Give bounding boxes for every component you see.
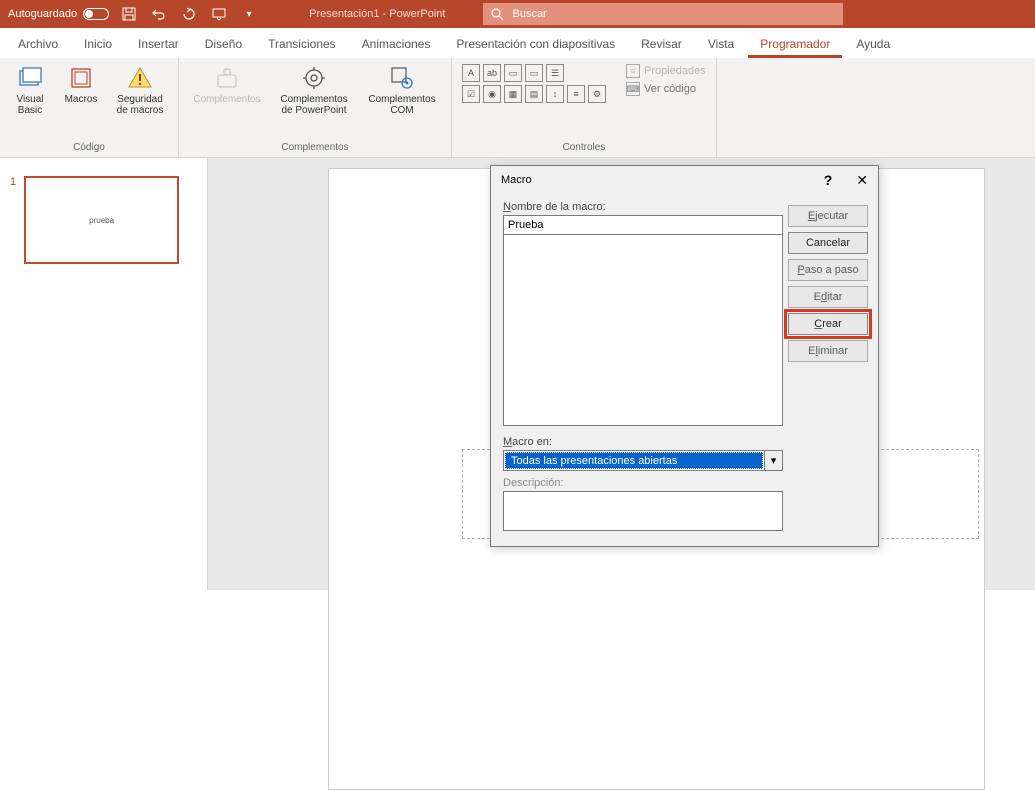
control-toggle[interactable]: ▦ <box>504 85 522 103</box>
document-name: Presentación1 - PowerPoint <box>309 8 445 20</box>
control-label[interactable]: ab <box>483 64 501 82</box>
create-button[interactable]: Crear <box>788 313 868 335</box>
titlebar: Autoguardado ▾ Presentación1 - PowerPoin… <box>0 0 1035 28</box>
tab-ayuda[interactable]: Ayuda <box>844 31 902 58</box>
tab-archivo[interactable]: Archivo <box>6 31 70 58</box>
toggle-switch[interactable] <box>83 8 109 20</box>
thumbnail-row[interactable]: 1 prueba <box>10 176 197 264</box>
autosave-toggle[interactable]: Autoguardado <box>8 8 109 20</box>
view-code-button[interactable]: ⌨ Ver código <box>626 82 706 96</box>
description-box <box>503 491 783 531</box>
control-button[interactable]: ▭ <box>504 64 522 82</box>
com-addins-button[interactable]: Complementos COM <box>363 64 441 116</box>
dialog-title: Macro <box>501 174 532 186</box>
control-spin[interactable]: ≡ <box>567 85 585 103</box>
search-placeholder: Buscar <box>512 8 546 20</box>
macros-icon <box>67 64 95 92</box>
control-option[interactable]: ◉ <box>483 85 501 103</box>
edit-button: Editar <box>788 286 868 308</box>
control-frame[interactable]: ▤ <box>525 85 543 103</box>
ribbon-group-addins: Complementos Complementos de PowerPoint … <box>179 58 452 157</box>
addins-button: Complementos <box>189 64 265 105</box>
redo-icon[interactable] <box>181 6 197 22</box>
autosave-label: Autoguardado <box>8 8 77 20</box>
control-list[interactable]: ☰ <box>546 64 564 82</box>
description-label: Descripción: <box>503 477 866 489</box>
run-button: Ejecutar <box>788 205 868 227</box>
ribbon-group-controls: A ab ▭ ▭ ☰ ☑ ◉ ▦ ▤ ↕ ≡ ⚙ ≡ Propiedades <box>452 58 717 157</box>
dialog-buttons: Ejecutar Cancelar Paso a paso Editar Cre… <box>788 205 868 362</box>
close-icon[interactable]: ✕ <box>856 172 868 189</box>
step-button: Paso a paso <box>788 259 868 281</box>
visual-basic-icon <box>16 64 44 92</box>
delete-button: Eliminar <box>788 340 868 362</box>
tab-vista[interactable]: Vista <box>696 31 746 58</box>
tab-animaciones[interactable]: Animaciones <box>350 31 443 58</box>
cancel-button[interactable]: Cancelar <box>788 232 868 254</box>
slide-number: 1 <box>10 176 16 264</box>
macro-name-input[interactable] <box>503 215 783 235</box>
control-scroll[interactable]: ↕ <box>546 85 564 103</box>
dialog-titlebar: Macro ? ✕ <box>491 166 878 194</box>
gear-icon <box>300 64 328 92</box>
macro-dialog: Macro ? ✕ Nombre de la macro: Macro en: … <box>490 165 879 547</box>
group-label-code: Código <box>73 139 105 157</box>
macro-in-select[interactable]: Todas las presentaciones abiertas ▾ <box>503 450 783 471</box>
undo-icon[interactable] <box>151 6 167 22</box>
control-textbox[interactable]: A <box>462 64 480 82</box>
help-icon[interactable]: ? <box>824 172 833 189</box>
thumbnail-panel: 1 prueba <box>0 158 208 590</box>
visual-basic-button[interactable]: Visual Basic <box>10 64 50 116</box>
macro-in-value: Todas las presentaciones abiertas <box>505 452 763 469</box>
slide-thumbnail[interactable]: prueba <box>24 176 179 264</box>
tab-programador[interactable]: Programador <box>748 31 842 58</box>
controls-grid: A ab ▭ ▭ ☰ ☑ ◉ ▦ ▤ ↕ ≡ ⚙ <box>462 64 606 103</box>
save-icon[interactable] <box>121 6 137 22</box>
control-combo[interactable]: ▭ <box>525 64 543 82</box>
chevron-down-icon[interactable]: ▾ <box>764 451 782 470</box>
macro-list[interactable] <box>503 234 783 426</box>
powerpoint-addins-button[interactable]: Complementos de PowerPoint <box>275 64 353 116</box>
group-label-addins: Complementos <box>281 139 348 157</box>
com-gear-icon <box>388 64 416 92</box>
qat-more-icon[interactable]: ▾ <box>241 6 257 22</box>
tab-diseño[interactable]: Diseño <box>193 31 254 58</box>
tab-revisar[interactable]: Revisar <box>629 31 694 58</box>
warning-icon <box>126 64 154 92</box>
control-more[interactable]: ⚙ <box>588 85 606 103</box>
ribbon: Visual Basic Macros Seguridad de macros … <box>0 58 1035 158</box>
properties-button: ≡ Propiedades <box>626 64 706 78</box>
slideshow-icon[interactable] <box>211 6 227 22</box>
tab-presentación-con-diapositivas[interactable]: Presentación con diapositivas <box>444 31 627 58</box>
tab-insertar[interactable]: Insertar <box>126 31 191 58</box>
view-code-icon: ⌨ <box>626 82 640 96</box>
tabs-row: ArchivoInicioInsertarDiseñoTransicionesA… <box>0 28 1035 58</box>
macro-in-label: Macro en: <box>503 436 866 448</box>
macros-button[interactable]: Macros <box>60 64 102 105</box>
tab-transiciones[interactable]: Transiciones <box>256 31 348 58</box>
properties-icon: ≡ <box>626 64 640 78</box>
search-input[interactable]: Buscar <box>483 3 843 25</box>
tab-inicio[interactable]: Inicio <box>72 31 124 58</box>
macro-security-button[interactable]: Seguridad de macros <box>112 64 168 116</box>
quick-access-toolbar: ▾ <box>121 6 257 22</box>
ribbon-group-code: Visual Basic Macros Seguridad de macros … <box>0 58 179 157</box>
group-label-controls: Controles <box>562 139 605 157</box>
addins-icon <box>213 64 241 92</box>
control-check[interactable]: ☑ <box>462 85 480 103</box>
search-icon <box>491 8 504 21</box>
